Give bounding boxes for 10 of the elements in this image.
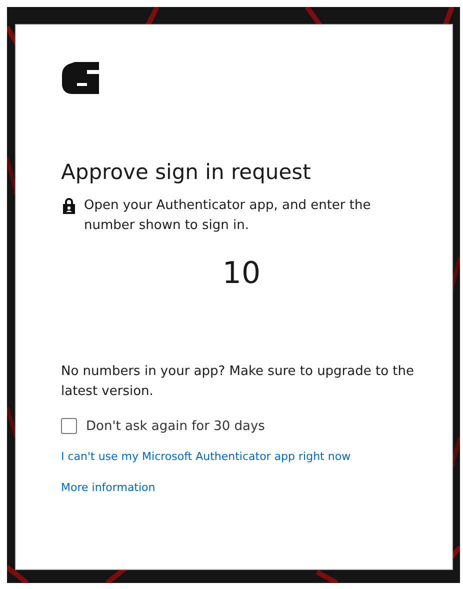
lock-icon — [61, 197, 77, 215]
upgrade-note: No numbers in your app? Make sure to upgrade to the latest version. — [61, 363, 416, 401]
link[interactable]: More information — [61, 481, 156, 494]
sign-in-number: 10 — [221, 255, 262, 293]
remember-checkbox[interactable] — [61, 418, 77, 434]
instruction-text: Open your Authenticator app, and enter the number shown to sign in. — [84, 197, 372, 235]
page-title: Approve sign in request — [61, 159, 312, 186]
checkbox-label: Don't ask again for 30 days — [86, 418, 265, 434]
link[interactable]: I can't use my Microsoft Authenticator app right now — [61, 450, 351, 463]
logo-icon — [61, 61, 101, 96]
